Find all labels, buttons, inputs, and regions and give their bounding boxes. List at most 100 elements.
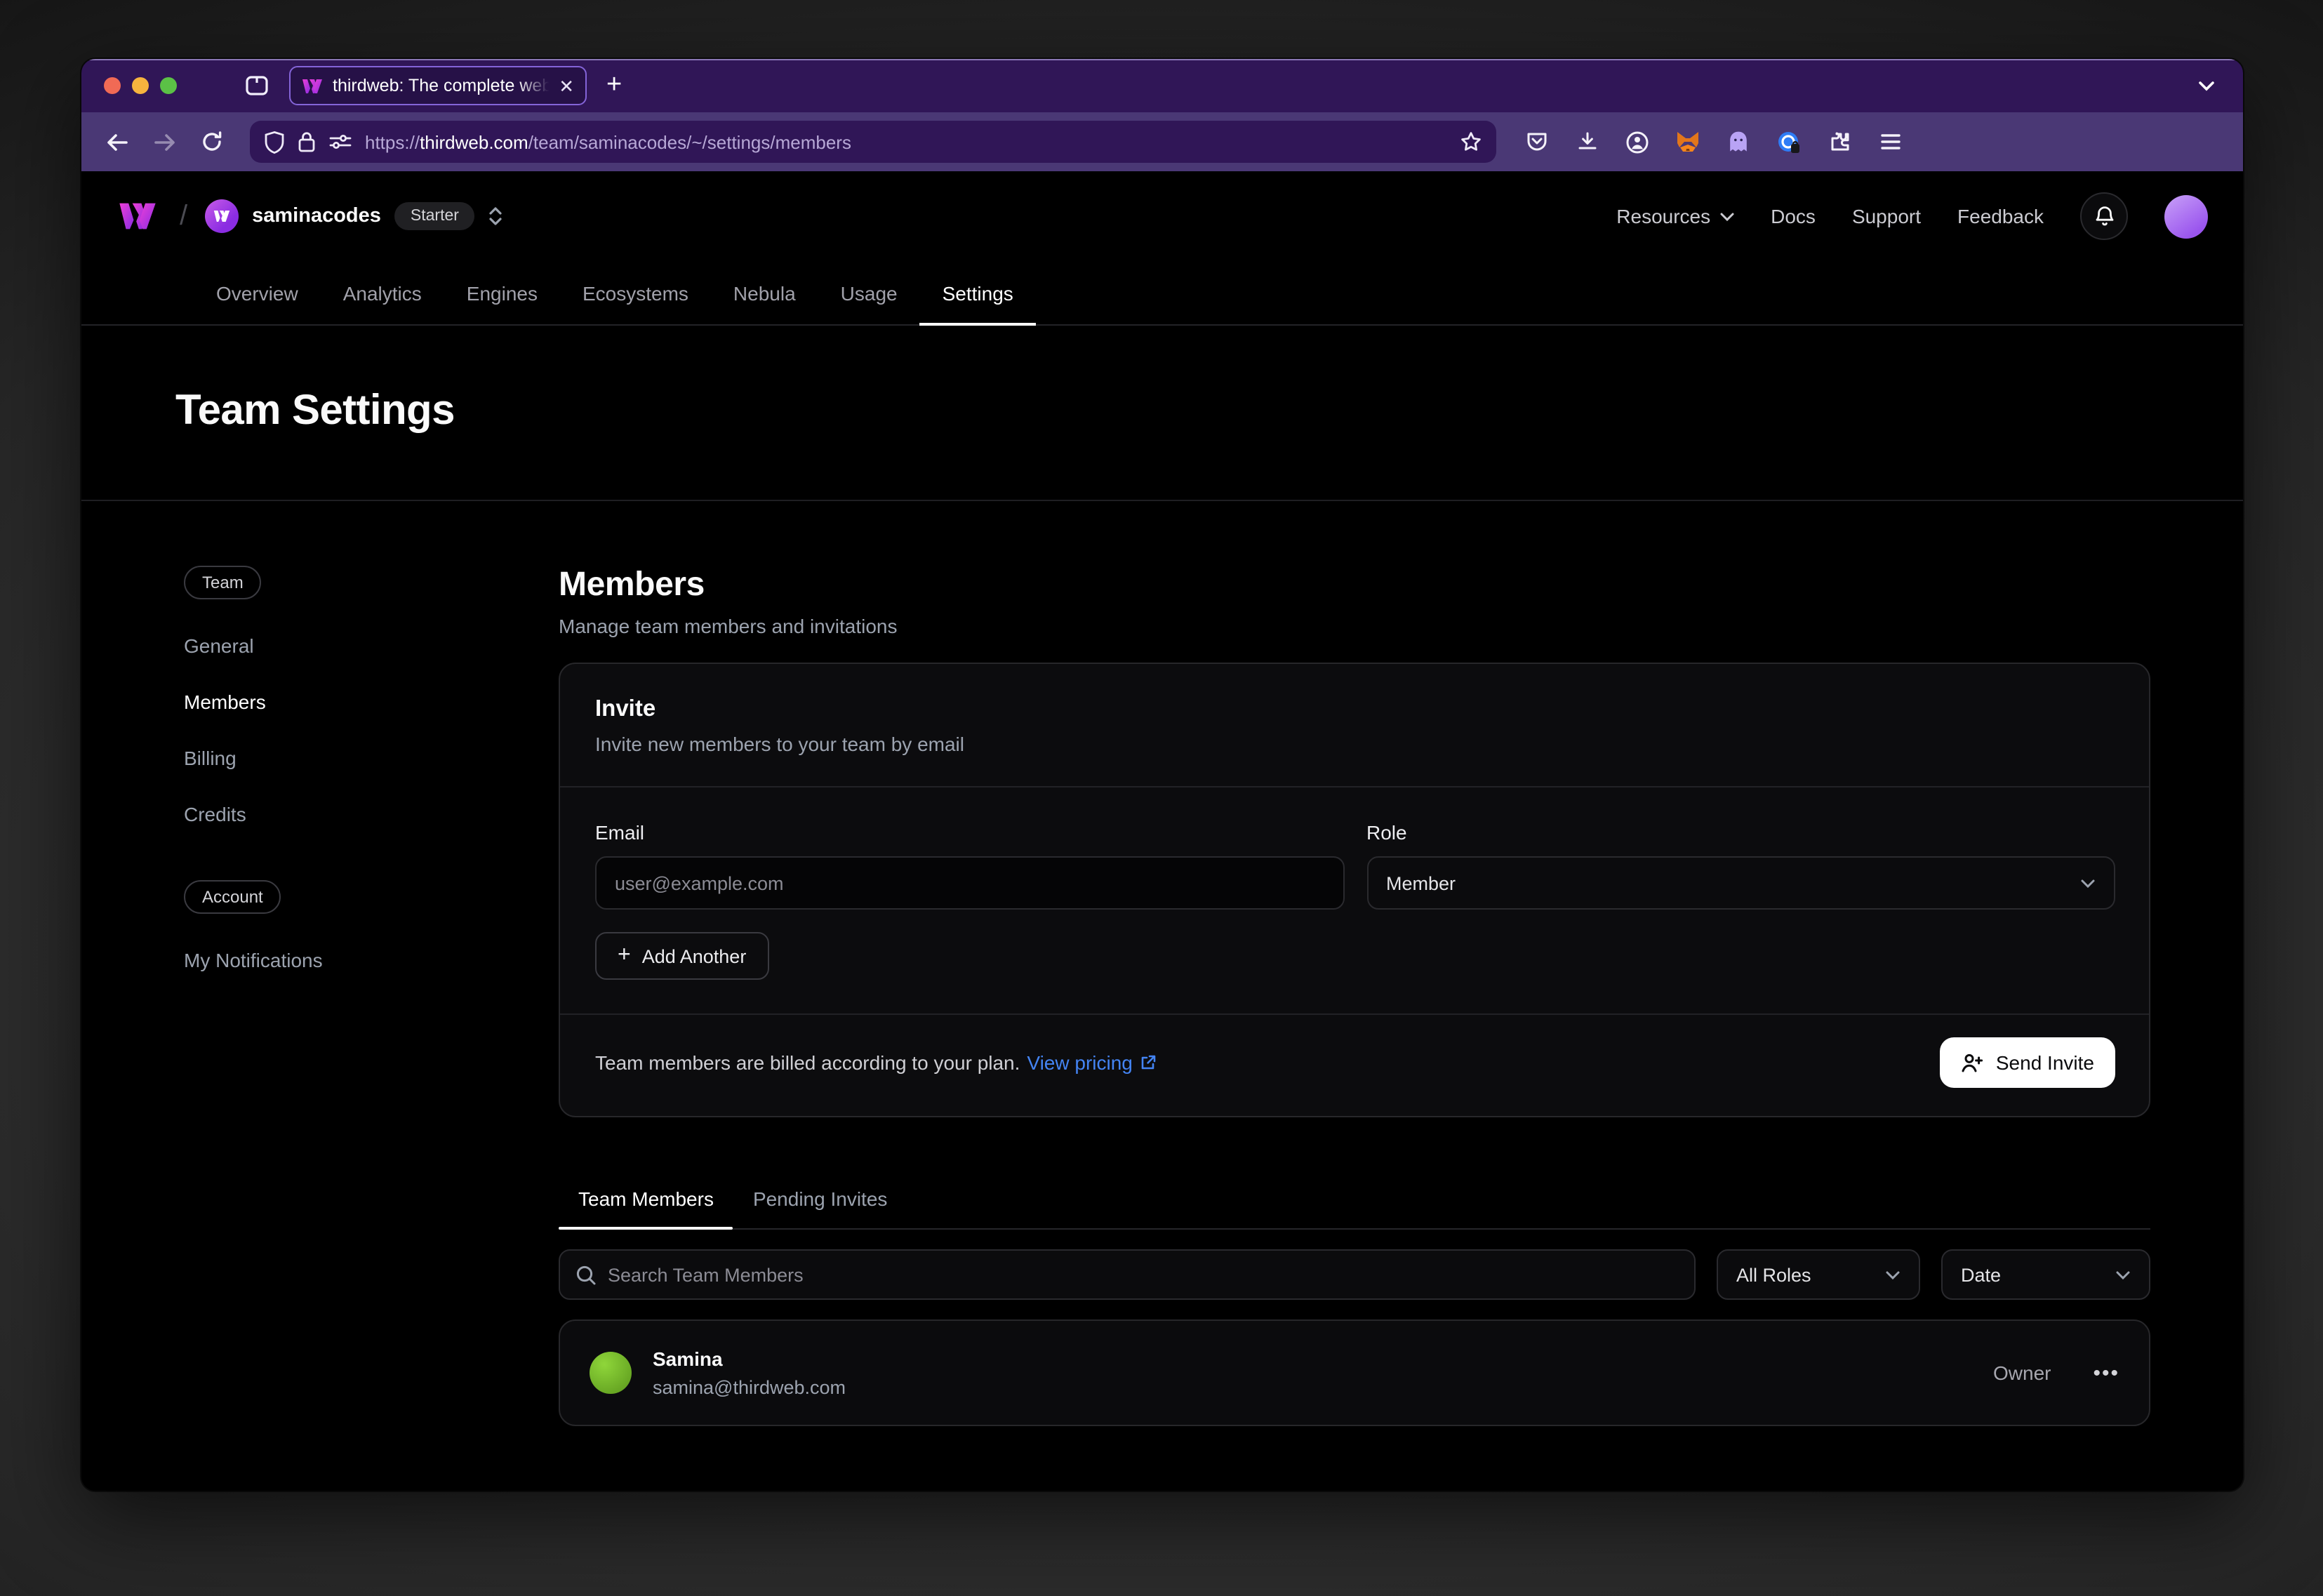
members-subheading: Manage team members and invitations: [559, 615, 2150, 637]
bell-icon: [2094, 205, 2115, 227]
tab-nebula[interactable]: Nebula: [711, 261, 818, 324]
member-role: Owner: [1993, 1362, 2051, 1384]
minimize-window-button[interactable]: [132, 77, 149, 94]
role-select[interactable]: Member: [1366, 856, 2115, 910]
maximize-window-button[interactable]: [160, 77, 177, 94]
member-name: Samina: [653, 1348, 846, 1370]
tab-engines[interactable]: Engines: [444, 261, 560, 324]
invite-card-header: Invite Invite new members to your team b…: [560, 664, 2149, 787]
invite-card: Invite Invite new members to your team b…: [559, 663, 2150, 1117]
sidebar-item-billing[interactable]: Billing: [184, 747, 237, 769]
metamask-icon[interactable]: [1668, 121, 1708, 163]
chevron-down-icon: [1885, 1270, 1901, 1279]
forward-button[interactable]: [143, 121, 185, 163]
tab-usage[interactable]: Usage: [818, 261, 920, 324]
member-list-tabs: Team Members Pending Invites: [559, 1188, 2150, 1230]
external-link-icon: [1140, 1054, 1157, 1071]
person-plus-icon: [1961, 1052, 1983, 1073]
download-icon[interactable]: [1566, 121, 1607, 163]
member-actions-menu[interactable]: •••: [2093, 1361, 2119, 1385]
thirdweb-dashboard-page: / saminacodes Starter: [81, 171, 2243, 1491]
browser-tab-active[interactable]: thirdweb: The complete web3 de ✕: [289, 66, 587, 105]
back-button[interactable]: [95, 121, 138, 163]
members-panel: Members Manage team members and invitati…: [559, 566, 2150, 1491]
team-switcher-icon[interactable]: [487, 205, 504, 227]
roles-filter-select[interactable]: All Roles: [1717, 1249, 1920, 1300]
nav-docs[interactable]: Docs: [1771, 205, 1816, 227]
role-label: Role: [1366, 821, 2115, 844]
onepassword-icon[interactable]: [1769, 121, 1809, 163]
send-invite-button[interactable]: Send Invite: [1940, 1037, 2115, 1088]
add-another-button[interactable]: + Add Another: [595, 932, 768, 980]
role-select-value: Member: [1386, 872, 1456, 893]
team-name[interactable]: saminacodes: [252, 205, 381, 227]
user-avatar[interactable]: [2164, 194, 2208, 238]
search-input[interactable]: [608, 1264, 1679, 1285]
window-controls: [104, 77, 177, 94]
firefox-view-icon[interactable]: [244, 73, 269, 98]
account-icon[interactable]: [1617, 121, 1658, 163]
invite-card-footer: Team members are billed according to you…: [560, 1013, 2149, 1116]
sidebar-item-credits[interactable]: Credits: [184, 803, 246, 825]
billing-note-text: Team members are billed according to you…: [595, 1051, 1020, 1074]
lock-icon[interactable]: [298, 131, 316, 153]
bookmark-star-icon[interactable]: [1460, 131, 1482, 153]
breadcrumb-slash: /: [180, 200, 187, 232]
plan-badge: Starter: [395, 202, 474, 230]
menu-icon[interactable]: [1870, 121, 1910, 163]
send-invite-label: Send Invite: [1996, 1051, 2094, 1074]
url-path: /team/saminacodes/~/settings/members: [528, 131, 851, 152]
sidebar-team-list: General Members Billing Credits: [184, 619, 559, 844]
permissions-icon[interactable]: [328, 132, 352, 152]
tab-overview[interactable]: Overview: [194, 261, 321, 324]
date-sort-select[interactable]: Date: [1941, 1249, 2150, 1300]
pocket-icon[interactable]: [1516, 121, 1557, 163]
tracking-protection-shield-icon[interactable]: [264, 130, 285, 154]
view-pricing-link[interactable]: View pricing: [1027, 1051, 1156, 1074]
nav-feedback[interactable]: Feedback: [1957, 205, 2044, 227]
chevron-down-icon: [2115, 1270, 2131, 1279]
url-bar[interactable]: https://thirdweb.com/team/saminacodes/~/…: [250, 121, 1496, 163]
toolbar-extensions: [1516, 121, 1910, 163]
date-sort-value: Date: [1961, 1264, 2001, 1285]
tab-pending-invites[interactable]: Pending Invites: [733, 1188, 907, 1228]
nav-resources[interactable]: Resources: [1616, 205, 1734, 227]
thirdweb-logo[interactable]: [112, 201, 163, 232]
email-label: Email: [595, 821, 1344, 844]
invite-form: Email Role Member: [560, 787, 2149, 910]
sidebar-item-general[interactable]: General: [184, 634, 254, 657]
email-field[interactable]: [595, 856, 1344, 910]
header-nav: Resources Docs Support Feedback: [1616, 192, 2208, 240]
list-tabs-chevron-icon[interactable]: [2195, 74, 2218, 97]
member-avatar: [590, 1352, 632, 1394]
tab-ecosystems[interactable]: Ecosystems: [560, 261, 711, 324]
roles-filter-value: All Roles: [1736, 1264, 1811, 1285]
search-icon: [575, 1264, 597, 1285]
url-text[interactable]: https://thirdweb.com/team/saminacodes/~/…: [365, 131, 1447, 152]
members-heading: Members: [559, 566, 2150, 605]
team-avatar[interactable]: [204, 199, 238, 233]
chevron-down-icon: [2080, 878, 2096, 888]
nav-support[interactable]: Support: [1852, 205, 1921, 227]
close-window-button[interactable]: [104, 77, 121, 94]
tab-close-icon[interactable]: ✕: [559, 77, 574, 95]
chevron-down-icon: [1719, 211, 1734, 221]
reload-button[interactable]: [191, 121, 233, 163]
settings-content: Team General Members Billing Credits Acc…: [81, 501, 2243, 1491]
notifications-button[interactable]: [2080, 192, 2128, 240]
phantom-icon[interactable]: [1718, 121, 1759, 163]
dashboard-tabs: Overview Analytics Engines Ecosystems Ne…: [81, 261, 2243, 326]
tab-team-members[interactable]: Team Members: [559, 1188, 733, 1228]
tab-title: thirdweb: The complete web3 de: [333, 76, 549, 95]
desktop-background: thirdweb: The complete web3 de ✕ +: [0, 0, 2323, 1596]
sidebar-item-members[interactable]: Members: [184, 691, 266, 713]
sidebar-item-my-notifications[interactable]: My Notifications: [184, 949, 323, 971]
new-tab-button[interactable]: +: [606, 70, 622, 101]
tab-settings[interactable]: Settings: [920, 261, 1036, 324]
invite-title: Invite: [595, 696, 2115, 723]
search-box[interactable]: [559, 1249, 1696, 1300]
invite-subtitle: Invite new members to your team by email: [595, 733, 2115, 755]
tab-analytics[interactable]: Analytics: [321, 261, 444, 324]
extensions-puzzle-icon[interactable]: [1819, 121, 1860, 163]
add-another-label: Add Another: [642, 945, 747, 966]
